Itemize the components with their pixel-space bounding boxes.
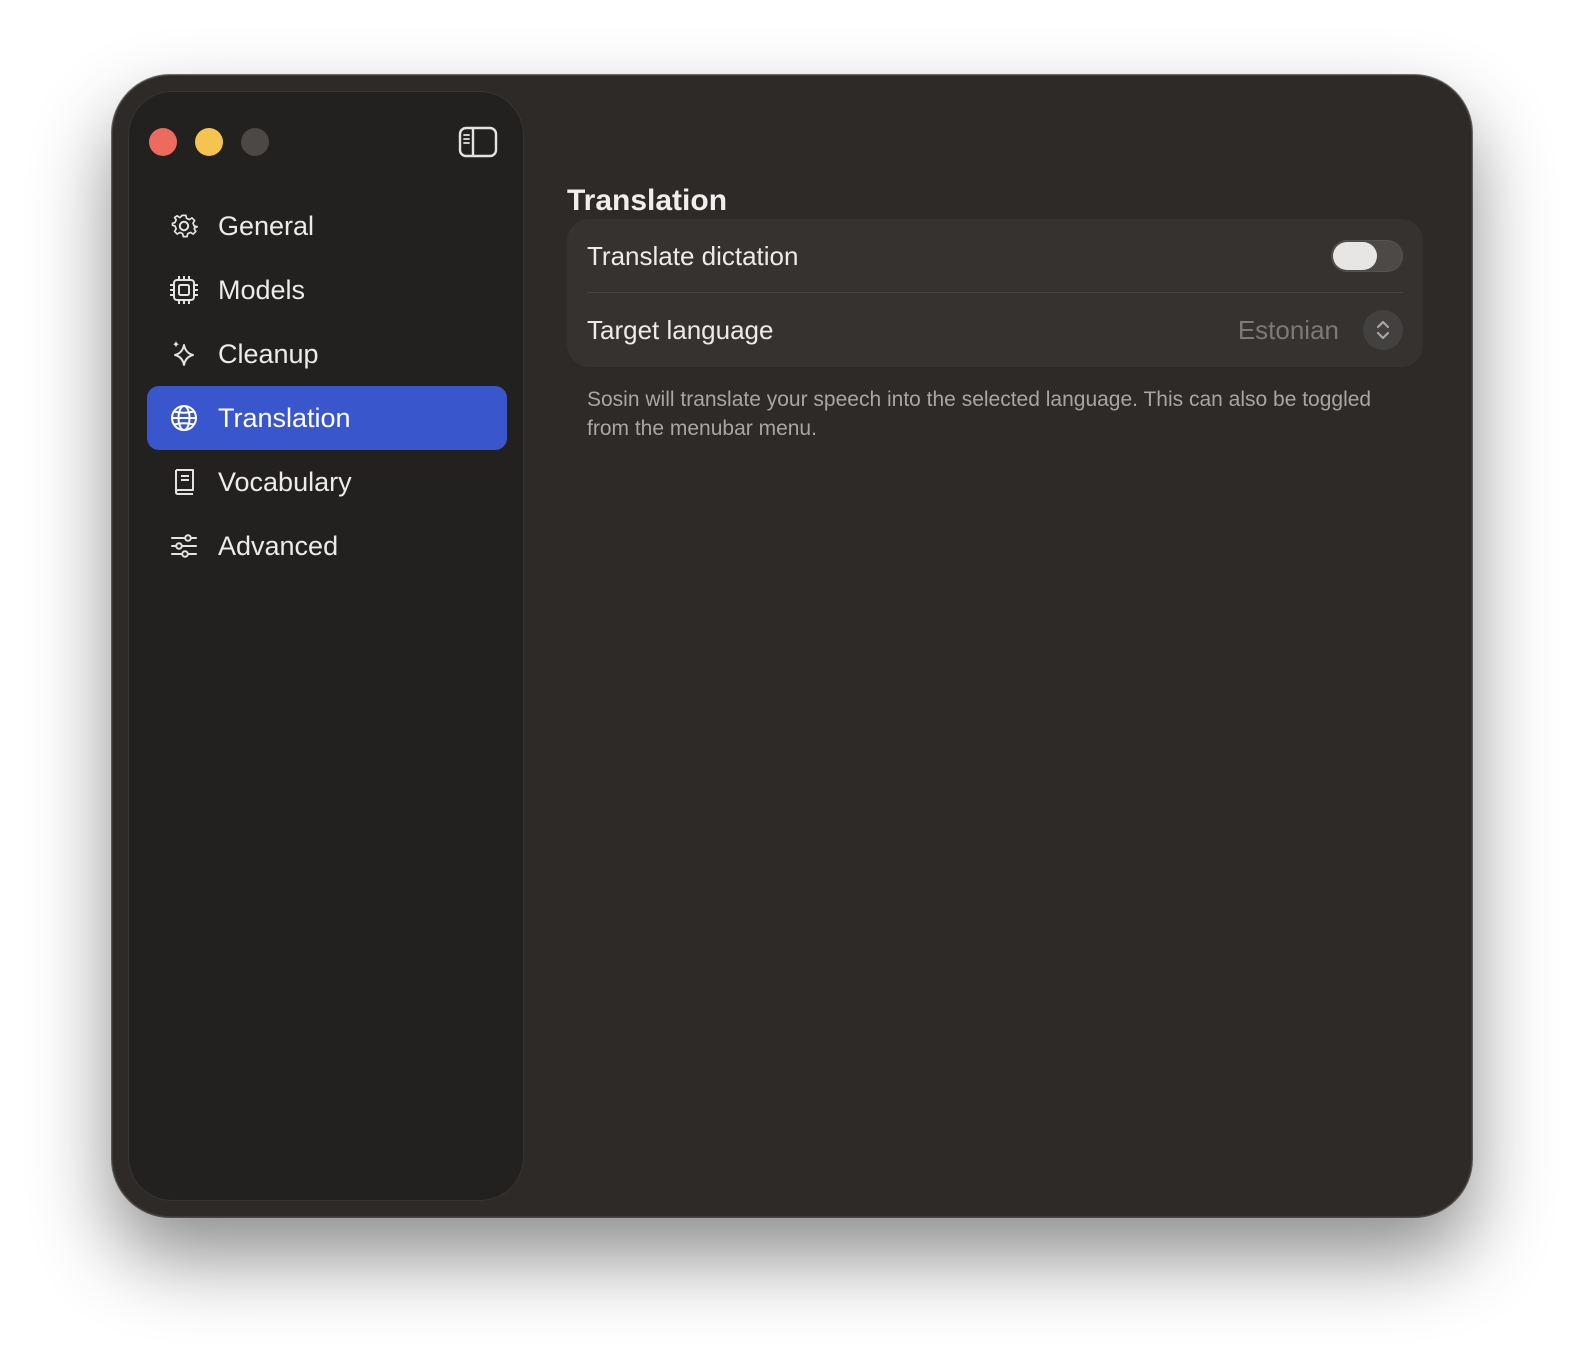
- sidebar-left-icon: [458, 126, 498, 158]
- target-language-select[interactable]: Estonian: [1238, 310, 1403, 350]
- sidebar-item-label: Models: [218, 274, 306, 305]
- chip-icon: [169, 275, 199, 305]
- sidebar-item-label: Cleanup: [218, 338, 319, 369]
- sidebar-item-label: Advanced: [218, 530, 339, 561]
- sliders-icon: [169, 531, 199, 561]
- page-title: Translation: [567, 184, 728, 217]
- sidebar-item-general[interactable]: General: [147, 194, 507, 258]
- sidebar-item-label: General: [218, 210, 315, 241]
- target-language-value: Estonian: [1237, 314, 1339, 345]
- settings-card: Translate dictation Target language Esto…: [567, 219, 1423, 367]
- zoom-window-button[interactable]: [241, 128, 269, 156]
- sidebar-item-models[interactable]: Models: [147, 258, 507, 322]
- sidebar-item-advanced[interactable]: Advanced: [147, 514, 507, 578]
- gear-icon: [169, 211, 199, 241]
- sparkle-icon: [169, 339, 199, 369]
- sidebar-item-vocabulary[interactable]: Vocabulary: [147, 450, 507, 514]
- target-language-row: Target language Estonian: [587, 293, 1403, 367]
- sidebar-item-translation[interactable]: Translation: [147, 386, 507, 450]
- close-window-button[interactable]: [149, 128, 177, 156]
- sidebar-toggle-button[interactable]: [458, 126, 498, 158]
- translate-dictation-toggle[interactable]: [1331, 240, 1403, 272]
- globe-icon: [169, 403, 199, 433]
- sidebar-item-cleanup[interactable]: Cleanup: [147, 322, 507, 386]
- translation-description: Sosin will translate your speech into th…: [587, 388, 1372, 440]
- sidebar-nav: General Models Cleanup Translation Vocab…: [147, 194, 507, 578]
- translate-dictation-row: Translate dictation: [587, 219, 1403, 293]
- target-language-label: Target language: [587, 314, 774, 345]
- chevron-up-down-icon[interactable]: [1363, 310, 1403, 350]
- translate-dictation-label: Translate dictation: [587, 240, 799, 271]
- sidebar-item-label: Vocabulary: [218, 466, 352, 497]
- sidebar-item-label: Translation: [218, 402, 351, 433]
- sidebar: General Models Cleanup Translation Vocab…: [128, 91, 524, 1201]
- settings-window: General Models Cleanup Translation Vocab…: [112, 75, 1472, 1217]
- minimize-window-button[interactable]: [195, 128, 223, 156]
- book-icon: [169, 467, 199, 497]
- toggle-knob: [1333, 242, 1377, 270]
